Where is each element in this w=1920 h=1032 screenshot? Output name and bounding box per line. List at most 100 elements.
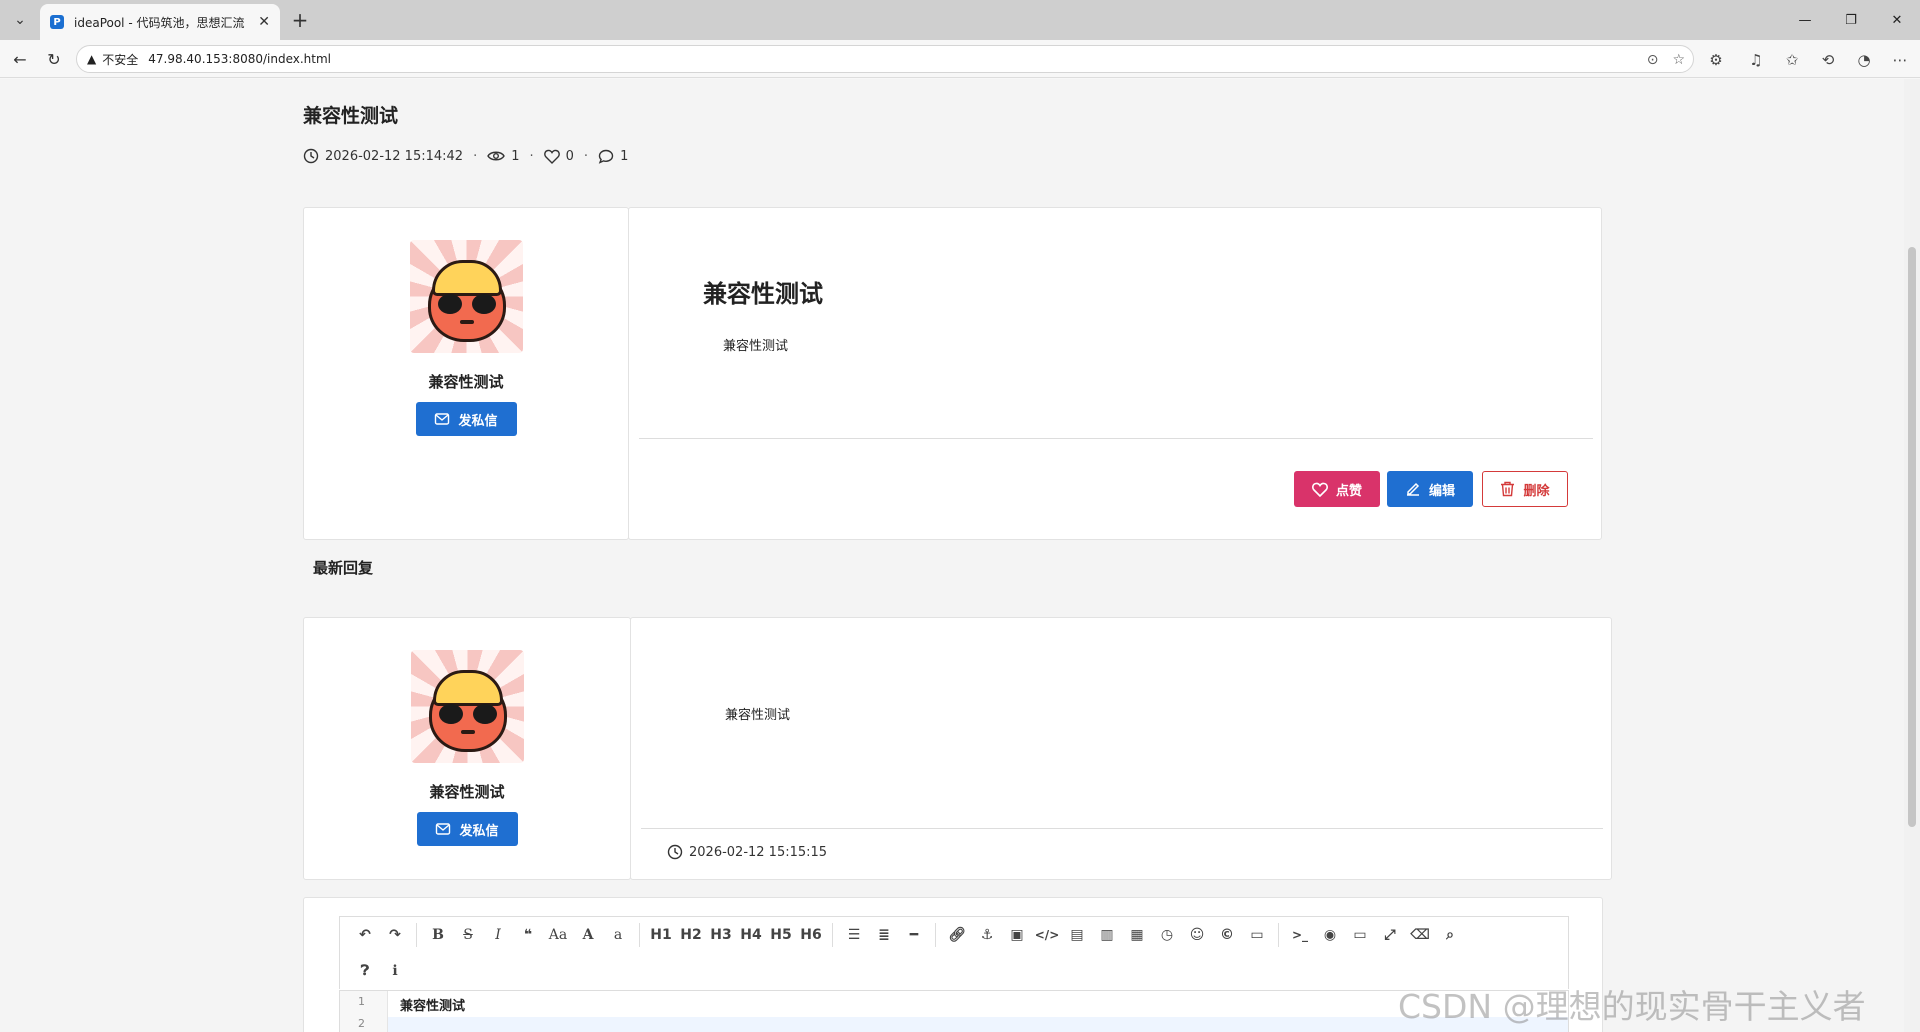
browser-essentials-icon[interactable]: ♫ <box>1745 49 1767 71</box>
reply-datetime: 2026-02-12 15:15:15 <box>689 844 828 860</box>
heart-icon <box>543 149 560 164</box>
code-icon[interactable]: </> <box>1032 922 1062 948</box>
back-icon[interactable]: ← <box>8 47 32 71</box>
pagebreak-icon[interactable]: ▭ <box>1242 922 1272 948</box>
redo-icon[interactable]: ↷ <box>380 922 410 948</box>
html-entities-icon[interactable]: © <box>1212 922 1242 948</box>
like-count: 0 <box>565 148 574 164</box>
reply-author-card: 兼容性测试 发私信 <box>303 617 631 880</box>
scrollbar[interactable] <box>1904 79 1920 1032</box>
post-content-card: 兼容性测试 兼容性测试 点赞 编辑 删除 <box>628 207 1602 540</box>
watermark: CSDN @理想的现实骨干主义者 <box>1398 987 1866 1026</box>
reply-content: 兼容性测试 <box>725 708 791 723</box>
datetime-icon[interactable]: ◷ <box>1152 922 1182 948</box>
h6-button[interactable]: H6 <box>796 922 826 948</box>
window-close-icon[interactable]: ✕ <box>1874 0 1920 40</box>
quote-icon[interactable]: ❝ <box>513 922 543 948</box>
tab-title: ideaPool - 代码筑池，思想汇流 <box>74 15 245 30</box>
view-count: 1 <box>511 148 520 164</box>
edit-button[interactable]: 编辑 <box>1387 471 1473 507</box>
editor-toolbar: ↶ ↷ B S I ❝ Aa A a H1 H2 H3 H4 H5 H6 ☰ ≣… <box>339 916 1569 989</box>
extensions-icon[interactable]: ⚙ <box>1705 49 1727 71</box>
watch-icon[interactable]: ◉ <box>1315 922 1345 948</box>
favorites-icon[interactable]: ✩ <box>1781 49 1803 71</box>
new-tab-icon[interactable]: + <box>288 8 312 32</box>
favorite-star-icon[interactable]: ☆ <box>1672 52 1685 68</box>
ordered-list-icon[interactable]: ≣ <box>869 922 899 948</box>
tab-list-icon[interactable]: ⌄ <box>6 8 34 32</box>
code-block-icon[interactable]: ▤ <box>1062 922 1092 948</box>
heart-icon <box>1312 482 1328 497</box>
horizontal-rule-icon[interactable]: ━ <box>899 922 929 948</box>
reply-send-message-button[interactable]: 发私信 <box>416 812 518 846</box>
reply-content-card: 兼容性测试 2026-02-12 15:15:15 <box>630 617 1612 880</box>
link-icon[interactable]: 🔗︎ <box>942 922 972 948</box>
image-icon[interactable]: ▣ <box>1002 922 1032 948</box>
reply-author-name[interactable]: 兼容性测试 <box>429 781 504 802</box>
h3-button[interactable]: H3 <box>706 922 736 948</box>
tab-close-icon[interactable]: ✕ <box>258 14 270 30</box>
editor-line-text: 兼容性测试 <box>400 999 466 1014</box>
line-number: 2 <box>358 1017 365 1030</box>
reply-time: 2026-02-12 15:15:15 <box>667 844 827 860</box>
insecure-label: 不安全 <box>102 52 139 67</box>
italic-button[interactable]: I <box>483 922 513 948</box>
post-datetime: 2026-02-12 15:14:42 <box>325 148 464 164</box>
reload-icon[interactable]: ↻ <box>42 47 66 71</box>
send-message-label: 发私信 <box>458 413 498 429</box>
clear-icon[interactable]: ⌫ <box>1405 922 1435 948</box>
send-message-button[interactable]: 发私信 <box>415 402 517 436</box>
table-icon[interactable]: ▦ <box>1122 922 1152 948</box>
search-icon[interactable]: ⌕ <box>1435 922 1465 948</box>
edit-label: 编辑 <box>1428 483 1455 499</box>
clock-icon <box>303 148 319 164</box>
help-icon[interactable]: ❓︎ <box>350 958 380 984</box>
strikethrough-button[interactable]: S <box>453 922 483 948</box>
mail-icon <box>435 413 450 425</box>
undo-icon[interactable]: ↶ <box>350 922 380 948</box>
avatar[interactable] <box>409 240 523 353</box>
author-name[interactable]: 兼容性测试 <box>428 371 503 392</box>
browser-tab[interactable]: P ideaPool - 代码筑池，思想汇流 ✕ <box>40 4 280 40</box>
lowercase-button[interactable]: a <box>603 922 633 948</box>
more-menu-icon[interactable]: ⋯ <box>1889 49 1911 71</box>
comment-icon <box>598 149 614 164</box>
reply-send-message-label: 发私信 <box>459 823 499 839</box>
eye-icon <box>487 151 506 161</box>
minimize-icon[interactable]: — <box>1782 0 1828 40</box>
info-icon[interactable]: ℹ <box>380 958 410 984</box>
anchor-icon[interactable]: ⚓︎ <box>972 922 1002 948</box>
address-bar[interactable]: ▲ 不安全 47.98.40.153:8080/index.html ⊙ ☆ <box>76 45 1694 73</box>
scrollbar-thumb[interactable] <box>1908 247 1916 827</box>
goto-line-icon[interactable]: >_ <box>1285 922 1315 948</box>
unordered-list-icon[interactable]: ☰ <box>839 922 869 948</box>
trash-icon <box>1501 481 1515 497</box>
bold-button[interactable]: B <box>423 922 453 948</box>
address-bar-row: ← ↻ ▲ 不安全 47.98.40.153:8080/index.html ⊙… <box>0 40 1920 78</box>
content-body: 兼容性测试 <box>723 339 789 354</box>
history-icon[interactable]: ⟲ <box>1817 49 1839 71</box>
line-number: 1 <box>358 995 365 1008</box>
performance-icon[interactable]: ◔ <box>1853 49 1875 71</box>
line-numbers: 1 2 <box>340 991 388 1032</box>
editor-input[interactable]: 1 2 兼容性测试 <box>339 990 1569 1032</box>
reply-avatar[interactable] <box>410 650 524 763</box>
uppercase-button[interactable]: A <box>573 922 603 948</box>
emoji-icon[interactable]: ☺ <box>1182 922 1212 948</box>
preformatted-icon[interactable]: ▥ <box>1092 922 1122 948</box>
fullscreen-icon[interactable]: ⤢ <box>1375 922 1405 948</box>
h5-button[interactable]: H5 <box>766 922 796 948</box>
capitalize-button[interactable]: Aa <box>543 922 573 948</box>
delete-button[interactable]: 删除 <box>1482 471 1568 507</box>
preview-icon[interactable]: ▭ <box>1345 922 1375 948</box>
restore-icon[interactable]: ❐ <box>1828 0 1874 40</box>
like-button[interactable]: 点赞 <box>1294 471 1380 507</box>
content-heading: 兼容性测试 <box>703 280 823 308</box>
clock-icon <box>667 844 683 860</box>
h1-button[interactable]: H1 <box>646 922 676 948</box>
h2-button[interactable]: H2 <box>676 922 706 948</box>
post-meta: 2026-02-12 15:14:42 · 1 · 0 · 1 <box>303 148 628 164</box>
like-label: 点赞 <box>1335 483 1362 499</box>
h4-button[interactable]: H4 <box>736 922 766 948</box>
read-aloud-icon[interactable]: ⊙ <box>1647 52 1659 68</box>
